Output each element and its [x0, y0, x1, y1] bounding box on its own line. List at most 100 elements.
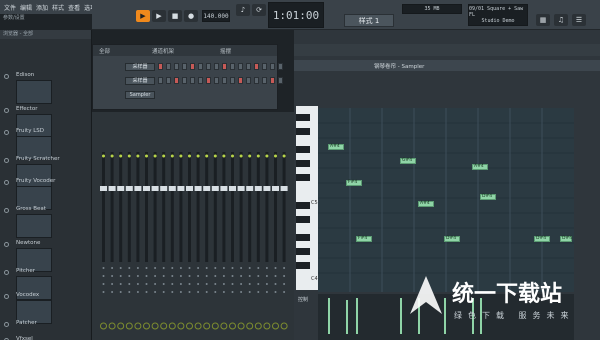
mixer-pan-knob[interactable]	[125, 322, 133, 330]
metronome-button[interactable]: ♪	[236, 4, 250, 16]
mixer-pan-knob[interactable]	[108, 322, 116, 330]
mixer-send-dot[interactable]	[128, 267, 131, 269]
mixer-mute-led[interactable]	[110, 154, 114, 158]
mixer-send-dot[interactable]	[222, 275, 225, 277]
mixer-send-dot[interactable]	[102, 275, 105, 277]
mixer-send-dot[interactable]	[257, 275, 260, 277]
mixer-send-dot[interactable]	[128, 275, 131, 277]
mixer-fader-handle[interactable]	[143, 186, 150, 191]
black-key[interactable]	[296, 128, 310, 135]
step-button[interactable]	[230, 77, 235, 84]
mixer-send-dot[interactable]	[171, 291, 174, 293]
piano-keyboard[interactable]: C5 C4	[296, 106, 318, 290]
mixer-pan-knob[interactable]	[143, 322, 150, 330]
mixer-send-dot[interactable]	[188, 275, 191, 277]
mixer-pan-knob[interactable]	[100, 322, 107, 330]
mixer-mute-led[interactable]	[282, 154, 286, 158]
mixer-pan-knob[interactable]	[117, 322, 125, 330]
step-button[interactable]	[158, 77, 163, 84]
mixer-fader-handle[interactable]	[151, 186, 159, 191]
mixer-mute-led[interactable]	[153, 154, 157, 158]
mixer-send-dot[interactable]	[179, 275, 182, 277]
mixer-mute-led[interactable]	[239, 154, 243, 158]
mixer-send-dot[interactable]	[102, 267, 105, 269]
velocity-bar[interactable]	[346, 300, 348, 334]
mixer-send-dot[interactable]	[154, 275, 157, 277]
rack-filter[interactable]: 全部	[99, 47, 110, 55]
mixer-send-dot[interactable]	[205, 267, 208, 269]
step-button[interactable]	[166, 63, 171, 70]
mixer-send-dot[interactable]	[136, 291, 139, 293]
mixer-mute-led[interactable]	[102, 154, 105, 158]
mixer-fader-handle[interactable]	[237, 186, 245, 191]
mixer-send-dot[interactable]	[145, 291, 148, 293]
mixer-mute-led[interactable]	[248, 154, 252, 158]
mixer-send-dot[interactable]	[222, 267, 225, 269]
black-key[interactable]	[296, 262, 310, 269]
mixer-send-dot[interactable]	[162, 275, 165, 277]
mixer-send-dot[interactable]	[240, 291, 243, 293]
step-button[interactable]	[262, 77, 267, 84]
channel-button[interactable]: Sampler	[125, 90, 155, 99]
mixer-send-dot[interactable]	[197, 291, 200, 293]
mixer-mute-led[interactable]	[145, 154, 148, 158]
step-button[interactable]	[278, 63, 283, 70]
mixer-send-dot[interactable]	[283, 283, 286, 285]
mixer-send-dot[interactable]	[222, 283, 225, 285]
mixer-fader-handle[interactable]	[168, 186, 176, 191]
velocity-bar[interactable]	[356, 298, 358, 334]
step-button[interactable]	[214, 63, 219, 70]
mixer-send-dot[interactable]	[188, 283, 191, 285]
mixer-send-dot[interactable]	[197, 275, 200, 277]
mixer-send-dot[interactable]	[179, 291, 182, 293]
step-button[interactable]	[270, 77, 275, 84]
step-button[interactable]	[246, 63, 251, 70]
step-button[interactable]	[206, 77, 211, 84]
mixer-pan-knob[interactable]	[186, 322, 193, 330]
mixer-send-dot[interactable]	[171, 283, 174, 285]
mixer-fader-handle[interactable]	[246, 186, 254, 191]
mixer-send-dot[interactable]	[111, 283, 114, 285]
mixer-send-dot[interactable]	[111, 275, 114, 277]
mixer-send-dot[interactable]	[145, 275, 148, 277]
mixer-window-icon[interactable]: ▦	[536, 14, 550, 26]
mixer-send-dot[interactable]	[197, 267, 200, 269]
mixer-pan-knob[interactable]	[263, 322, 271, 330]
mixer-pan-knob[interactable]	[151, 322, 159, 330]
mixer-fader-handle[interactable]	[211, 186, 219, 191]
step-button[interactable]	[198, 77, 203, 84]
step-button[interactable]	[198, 63, 203, 70]
mixer-send-dot[interactable]	[205, 291, 208, 293]
mixer-send-dot[interactable]	[231, 275, 234, 277]
mixer-send-dot[interactable]	[128, 283, 131, 285]
mixer-send-dot[interactable]	[265, 275, 268, 277]
mixer-mute-led[interactable]	[256, 154, 260, 158]
mixer-send-dot[interactable]	[222, 291, 225, 293]
play-button[interactable]: ▶	[152, 10, 166, 22]
mixer-mute-led[interactable]	[265, 154, 269, 158]
mixer-pan-knob[interactable]	[246, 322, 254, 330]
tempo-display[interactable]: 140.000	[202, 10, 230, 22]
mixer-send-dot[interactable]	[136, 275, 139, 277]
wait-record-button[interactable]: ⟳	[252, 4, 266, 16]
mixer-send-dot[interactable]	[214, 275, 217, 277]
note[interactable]: F#4	[346, 180, 362, 186]
mixer-send-dot[interactable]	[188, 267, 191, 269]
mixer-send-dot[interactable]	[265, 267, 268, 269]
step-button[interactable]	[238, 63, 243, 70]
black-key[interactable]	[296, 114, 310, 121]
step-button[interactable]	[190, 77, 195, 84]
browser-window-icon[interactable]: ☰	[572, 14, 586, 26]
plugin-item[interactable]: Edison	[16, 72, 52, 104]
mixer-fader-handle[interactable]	[220, 186, 228, 191]
mixer-send-dot[interactable]	[154, 283, 157, 285]
mixer-send-dot[interactable]	[214, 267, 217, 269]
mixer-fader-handle[interactable]	[272, 186, 279, 191]
note[interactable]: A#4	[472, 164, 488, 170]
mixer-send-dot[interactable]	[179, 283, 182, 285]
black-key[interactable]	[296, 160, 310, 167]
pattern-song-toggle[interactable]: ▶	[136, 10, 150, 22]
note[interactable]: A#4	[418, 201, 434, 207]
mixer-send-dot[interactable]	[205, 275, 208, 277]
note-grid[interactable]: A#4 G#4 A#4 F#4 A#4 D#4 F#4 D#4 D#4 D#4	[318, 108, 574, 292]
